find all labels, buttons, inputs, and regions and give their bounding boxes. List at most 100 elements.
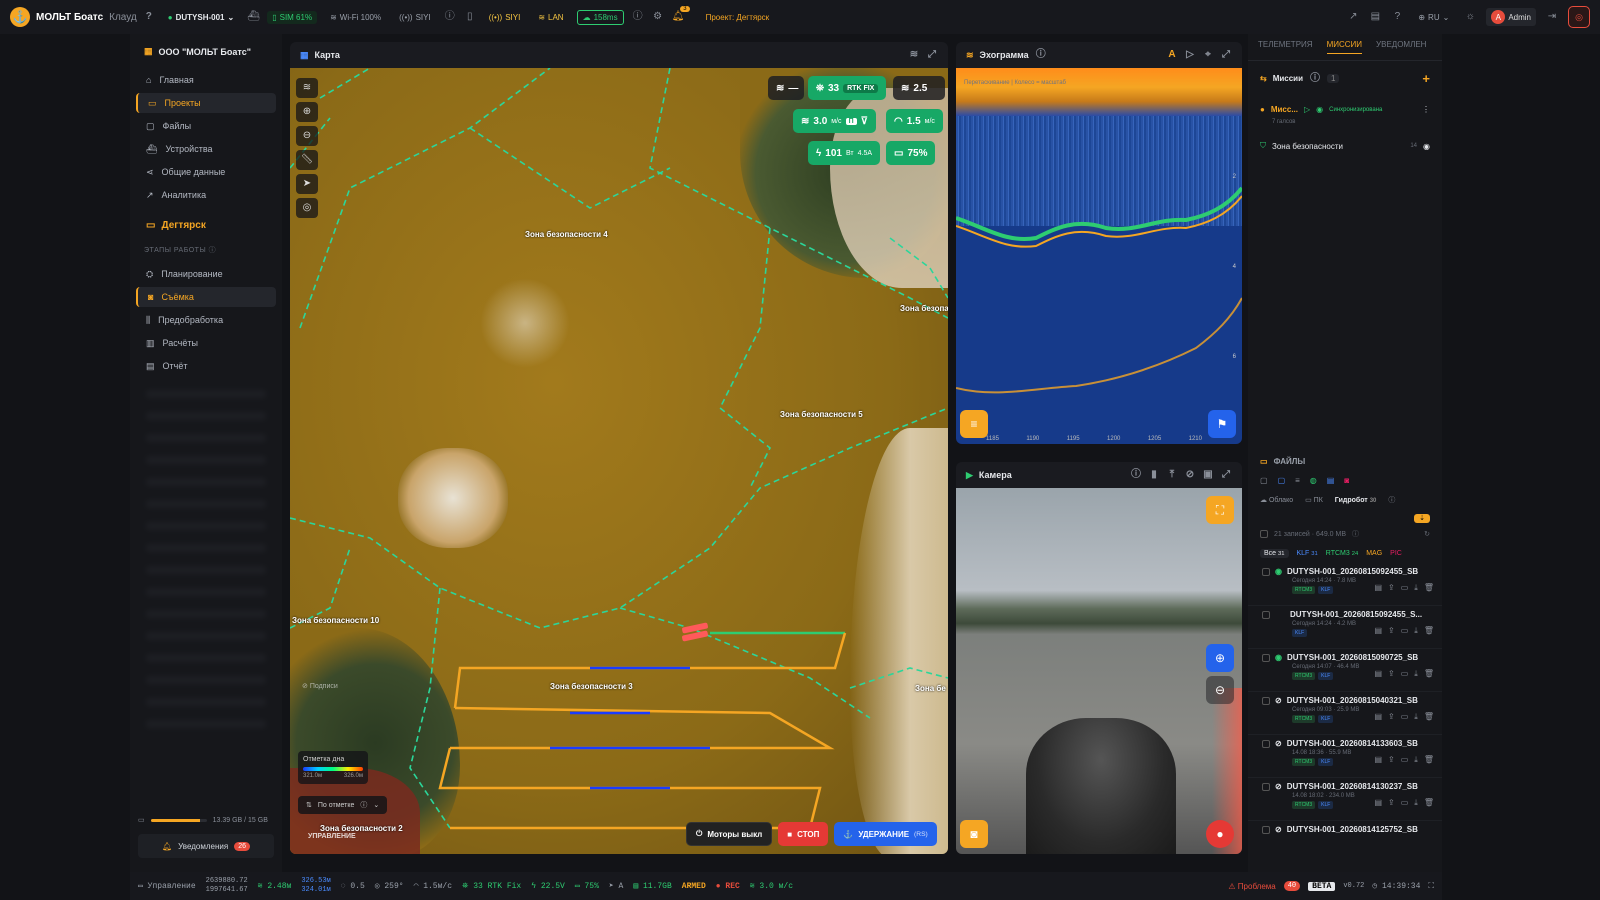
download-icon[interactable]: ⤓ [1414, 583, 1418, 593]
language-selector[interactable]: ⊕ RU ⌄ [1413, 11, 1454, 24]
filter-mag[interactable]: MAG [1366, 550, 1382, 557]
map-canvas[interactable]: Зона безопасности 4 Зона безопасности 5 … [290, 68, 948, 854]
zoom-out-button[interactable]: ⊖ [1206, 676, 1234, 704]
share-icon[interactable]: ⇪ [1388, 583, 1395, 593]
camera-icon[interactable]: ◙ [1344, 476, 1349, 485]
file-row[interactable]: ⊘ DUTYSH-001_20260815040321_SB Сегодня 09… [1248, 692, 1442, 735]
stop-button[interactable]: ■ СТОП [778, 822, 829, 846]
eye-icon[interactable]: ◉ [1316, 105, 1323, 114]
navigate-icon[interactable]: ➤ [296, 174, 318, 194]
user-menu[interactable]: A Admin [1486, 8, 1536, 26]
download-icon[interactable]: ⤓ [1414, 669, 1418, 679]
upload-icon[interactable]: ⤒ [1166, 469, 1178, 481]
hold-button[interactable]: ⚓ УДЕРЖАНИЕ (RS) [834, 822, 937, 846]
video-off-icon[interactable]: ⊘ [1184, 469, 1196, 481]
play-icon[interactable]: ▷ [1184, 49, 1196, 61]
download-icon[interactable]: ⤓ [1414, 712, 1418, 722]
snapshot-button[interactable]: ◙ [960, 820, 988, 848]
filter-pic[interactable]: PIC [1390, 550, 1402, 557]
refresh-icon[interactable]: ↻ [1424, 530, 1430, 538]
filter-klf[interactable]: KLF 31 [1297, 550, 1318, 557]
book-icon[interactable]: ▤ [1369, 11, 1381, 23]
download-icon[interactable]: ⤓ [1414, 755, 1418, 765]
doc-icon[interactable]: ▤ [1374, 583, 1382, 593]
folder-icon[interactable]: ▭ [1401, 626, 1409, 636]
record-button[interactable]: ● [1206, 820, 1234, 848]
trash-icon[interactable]: 🗑︎ [1424, 583, 1434, 593]
doc-icon[interactable]: ▤ [1327, 476, 1335, 485]
help-icon[interactable]: ? [143, 11, 155, 23]
sidebar-item-home[interactable]: ⌂ Главная [136, 70, 276, 90]
stage-survey[interactable]: ◙ Съёмка [136, 287, 276, 307]
folder-icon[interactable]: ▭ [1401, 798, 1409, 808]
layers-toggle[interactable]: ≋ — [768, 76, 804, 100]
share-icon[interactable]: ⇪ [1388, 712, 1395, 722]
org-name[interactable]: ▦ ООО "МОЛЬТ Боатс" [136, 42, 276, 67]
fullscreen-icon[interactable]: ⛶ [1428, 882, 1434, 891]
folder-icon[interactable]: ▭ [1401, 583, 1409, 593]
file-checkbox[interactable] [1262, 696, 1270, 705]
help-icon[interactable]: ⓘ [1309, 73, 1321, 85]
logout-icon[interactable]: ⇥ [1546, 11, 1558, 23]
stage-report[interactable]: ▤ Отчёт [136, 356, 276, 376]
play-icon[interactable]: ▷ [1304, 105, 1310, 114]
file-row[interactable]: ⊘ DUTYSH-001_20260814125752_SB [1248, 821, 1442, 845]
file-checkbox[interactable] [1262, 739, 1270, 748]
tab-telemetry[interactable]: ТЕЛЕМЕТРИЯ [1258, 40, 1313, 54]
control-status[interactable]: ▭ Управление [138, 881, 196, 891]
share-icon[interactable]: ⇪ [1388, 755, 1395, 765]
source-hydrobot[interactable]: Гидробот 30 [1335, 497, 1377, 504]
file-row[interactable]: ◉ DUTYSH-001_20260815090725_SB Сегодня 14… [1248, 649, 1442, 692]
download-icon[interactable]: ⤓ [1414, 626, 1418, 636]
filter-rtcm3[interactable]: RTCM3 24 [1326, 550, 1358, 557]
pin-icon[interactable]: ⌖ [1202, 49, 1214, 61]
sidebar-item-projects[interactable]: ▭ Проекты [136, 93, 276, 113]
gear-icon[interactable]: ⚙ [652, 11, 664, 23]
sync-icon[interactable]: ⇣ [1414, 514, 1430, 523]
sidebar-item-shared[interactable]: ⋖ Общие данные [136, 162, 276, 182]
file-row[interactable]: ⊘ DUTYSH-001_20260814133603_SB 14.08 18:3… [1248, 735, 1442, 778]
trash-icon[interactable]: 🗑︎ [1424, 798, 1434, 808]
tab-missions[interactable]: МИССИИ [1326, 40, 1363, 54]
folder-icon[interactable]: ▭ [1401, 712, 1409, 722]
device-selector[interactable]: ● DUTYSH-001 ⌄ [163, 11, 239, 24]
eye-icon[interactable]: ◉ [1423, 142, 1430, 151]
select-all-checkbox[interactable] [1260, 530, 1268, 538]
source-cloud[interactable]: ☁ Облако [1260, 496, 1293, 504]
ruler-icon[interactable]: 📏︎ [296, 150, 318, 170]
download-icon[interactable]: ⤓ [1414, 798, 1418, 808]
sidebar-item-devices[interactable]: ⛴ Устройства [136, 139, 276, 159]
share-icon[interactable]: ⇪ [1388, 626, 1395, 636]
fullscreen-button[interactable]: ⛶ [1206, 496, 1234, 524]
list-icon[interactable]: ≡ [1295, 476, 1300, 485]
layers-icon[interactable]: ≋ [296, 78, 318, 98]
doc-icon[interactable]: ▤ [1374, 712, 1382, 722]
layers-icon[interactable]: ≋ [908, 49, 920, 61]
signal-bars-icon[interactable]: ▮ [1148, 469, 1160, 481]
file-checkbox[interactable] [1262, 782, 1270, 791]
help-icon[interactable]: ⓘ [1035, 49, 1047, 61]
filter-all[interactable]: Все 31 [1260, 549, 1289, 558]
mission-item[interactable]: ● Мисс... ▷ ◉ Синхронизирована ⋮ [1248, 91, 1442, 119]
sidebar-item-files[interactable]: ▢ Файлы [136, 116, 276, 136]
share-icon[interactable]: ⇪ [1388, 798, 1395, 808]
help-icon[interactable]: ⓘ [1130, 469, 1142, 481]
file-checkbox[interactable] [1262, 653, 1270, 662]
doc-icon[interactable]: ▤ [1374, 755, 1382, 765]
sun-icon[interactable]: ☼ [1464, 11, 1476, 23]
text-icon[interactable]: A [1166, 49, 1178, 61]
bell-button[interactable]: 🔔︎ 3 [672, 6, 690, 23]
doc-icon[interactable]: ▤ [1374, 669, 1382, 679]
motors-off-button[interactable]: ⏻ Моторы выкл [686, 822, 773, 846]
echogram-settings-button[interactable]: ≡ [960, 410, 988, 438]
file-row[interactable]: ◉ DUTYSH-001_20260815092455_SB Сегодня 14… [1248, 563, 1442, 606]
current-project[interactable]: ▭ Дегтярск [136, 208, 276, 239]
more-icon[interactable]: ⋮ [1422, 105, 1430, 114]
blue-file-icon[interactable]: ▢ [1278, 476, 1286, 485]
trash-icon[interactable]: 🗑︎ [1424, 712, 1434, 722]
add-mission-button[interactable]: + [1422, 71, 1430, 86]
expand-icon[interactable]: ⤢ [926, 49, 938, 61]
source-pc[interactable]: ▭ ПК [1305, 496, 1323, 504]
expand-icon[interactable]: ⤢ [1220, 49, 1232, 61]
folder-icon[interactable]: ▭ [1401, 669, 1409, 679]
